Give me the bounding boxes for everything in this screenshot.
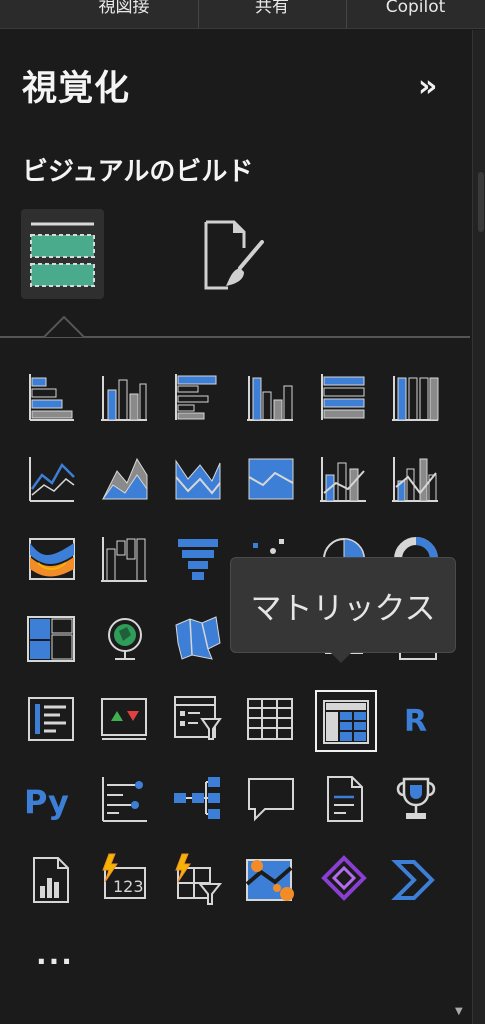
tooltip-arrow bbox=[328, 650, 354, 663]
collapse-pane-button[interactable]: » bbox=[418, 72, 437, 102]
power-apps-icon bbox=[321, 855, 367, 901]
scrollbar-thumb[interactable] bbox=[478, 172, 484, 232]
visual-button-area-chart[interactable] bbox=[96, 450, 152, 506]
tab-copilot[interactable]: Copilot bbox=[346, 0, 485, 28]
visual-button-new-slicer[interactable] bbox=[169, 851, 225, 907]
funnel-chart-icon bbox=[178, 539, 218, 580]
matrix-icon bbox=[323, 700, 369, 744]
visual-button-kpi[interactable] bbox=[96, 690, 152, 746]
visual-button-100-stacked-area-chart[interactable] bbox=[242, 450, 298, 506]
100-stacked-area-chart-icon bbox=[248, 458, 294, 500]
visual-button-100-stacked-bar-chart[interactable] bbox=[315, 369, 371, 425]
visual-button-multi-row-card[interactable] bbox=[23, 690, 79, 746]
build-visual-tab[interactable] bbox=[21, 209, 104, 299]
visual-button-decomposition-tree[interactable] bbox=[169, 770, 225, 826]
visual-button-key-influencers[interactable] bbox=[96, 770, 152, 826]
visual-button-line-and-clustered-column-chart[interactable] bbox=[387, 450, 443, 506]
visual-button-goals[interactable] bbox=[387, 770, 443, 826]
ribbon-chart-icon bbox=[29, 538, 75, 580]
map-icon bbox=[108, 618, 142, 660]
kpi-icon bbox=[101, 698, 147, 740]
visual-button-narrative[interactable] bbox=[315, 770, 371, 826]
multi-row-card-icon bbox=[28, 697, 74, 741]
visual-button-power-automate[interactable] bbox=[387, 851, 443, 907]
more-visuals-button[interactable]: ... bbox=[36, 938, 74, 971]
treemap-icon bbox=[27, 616, 75, 662]
visual-button-arcgis-map[interactable] bbox=[242, 851, 298, 907]
tooltip: マトリックス bbox=[230, 557, 456, 653]
narrative-icon bbox=[327, 776, 363, 822]
visual-button-paginated-report[interactable] bbox=[23, 851, 79, 907]
scroll-down-arrow-icon[interactable]: ▼ bbox=[455, 1006, 469, 1020]
line-and-stacked-column-chart-icon bbox=[320, 457, 366, 502]
visual-button-clustered-column-chart[interactable] bbox=[242, 369, 298, 425]
stacked-area-chart-icon bbox=[175, 459, 221, 500]
visual-button-matrix[interactable] bbox=[315, 690, 377, 752]
100-stacked-bar-chart-icon bbox=[321, 374, 365, 420]
top-tab-strip: 視図接 共有 Copilot bbox=[0, 0, 485, 29]
visual-button-stacked-bar-chart[interactable] bbox=[23, 369, 79, 425]
stacked-bar-chart-icon bbox=[29, 374, 74, 421]
svg-text:Py: Py bbox=[24, 783, 69, 821]
svg-text:R: R bbox=[404, 704, 427, 739]
visual-button-q-and-a[interactable] bbox=[242, 770, 298, 826]
visual-button-slicer[interactable] bbox=[169, 690, 225, 746]
q-and-a-icon bbox=[248, 778, 294, 822]
key-influencers-icon bbox=[102, 777, 147, 822]
visual-button-ribbon-chart[interactable] bbox=[23, 530, 79, 586]
format-visual-tab[interactable] bbox=[196, 212, 271, 294]
slicer-icon bbox=[174, 696, 222, 740]
clustered-column-chart-icon bbox=[247, 376, 293, 421]
visual-button-power-apps[interactable] bbox=[315, 851, 371, 907]
visual-button-clustered-bar-chart[interactable] bbox=[169, 369, 225, 425]
visual-button-r-script-visual[interactable]: R bbox=[387, 690, 443, 746]
100-stacked-column-chart-icon bbox=[392, 376, 439, 421]
new-slicer-icon bbox=[175, 853, 223, 905]
visual-button-stacked-area-chart[interactable] bbox=[169, 450, 225, 506]
python-visual-icon: Py bbox=[24, 783, 69, 821]
filled-map-icon bbox=[175, 616, 221, 660]
table-icon bbox=[247, 698, 293, 740]
visual-button-funnel-chart[interactable] bbox=[169, 530, 225, 586]
clustered-bar-chart-icon bbox=[175, 374, 217, 420]
waterfall-chart-icon bbox=[101, 537, 147, 582]
stacked-column-chart-icon bbox=[101, 376, 147, 421]
visual-button-card[interactable]: 123 bbox=[96, 851, 152, 907]
visual-button-table[interactable] bbox=[242, 690, 298, 746]
r-script-visual-icon: R bbox=[404, 704, 427, 739]
area-chart-icon bbox=[102, 457, 148, 500]
decomposition-tree-icon bbox=[174, 777, 220, 819]
visual-button-line-chart[interactable] bbox=[23, 450, 79, 506]
pane-title: 視覚化 bbox=[22, 69, 131, 109]
paginated-report-icon bbox=[33, 857, 69, 903]
selected-tab-notch bbox=[44, 316, 84, 338]
line-and-clustered-column-chart-icon bbox=[392, 457, 438, 502]
card-icon: 123 bbox=[102, 853, 146, 899]
format-paintbrush-icon bbox=[204, 220, 264, 290]
tab-share[interactable]: 共有 bbox=[198, 0, 347, 28]
line-chart-icon bbox=[29, 457, 75, 502]
visual-button-100-stacked-column-chart[interactable] bbox=[387, 369, 443, 425]
visual-button-waterfall-chart[interactable] bbox=[96, 530, 152, 586]
visual-button-treemap[interactable] bbox=[23, 610, 79, 666]
goals-icon bbox=[396, 777, 436, 819]
svg-text:123: 123 bbox=[113, 877, 144, 896]
section-title: ビジュアルのビルド bbox=[22, 157, 254, 187]
visual-button-python-visual[interactable]: Py bbox=[23, 770, 79, 826]
build-visual-icon bbox=[30, 222, 95, 287]
tab-view[interactable]: 視図接 bbox=[50, 0, 199, 28]
visual-button-stacked-column-chart[interactable] bbox=[96, 369, 152, 425]
visual-button-filled-map[interactable] bbox=[169, 610, 225, 666]
power-automate-icon bbox=[391, 860, 435, 900]
visual-button-map[interactable] bbox=[96, 610, 152, 666]
arcgis-map-icon bbox=[245, 859, 294, 901]
visual-button-line-and-stacked-column-chart[interactable] bbox=[315, 450, 371, 506]
